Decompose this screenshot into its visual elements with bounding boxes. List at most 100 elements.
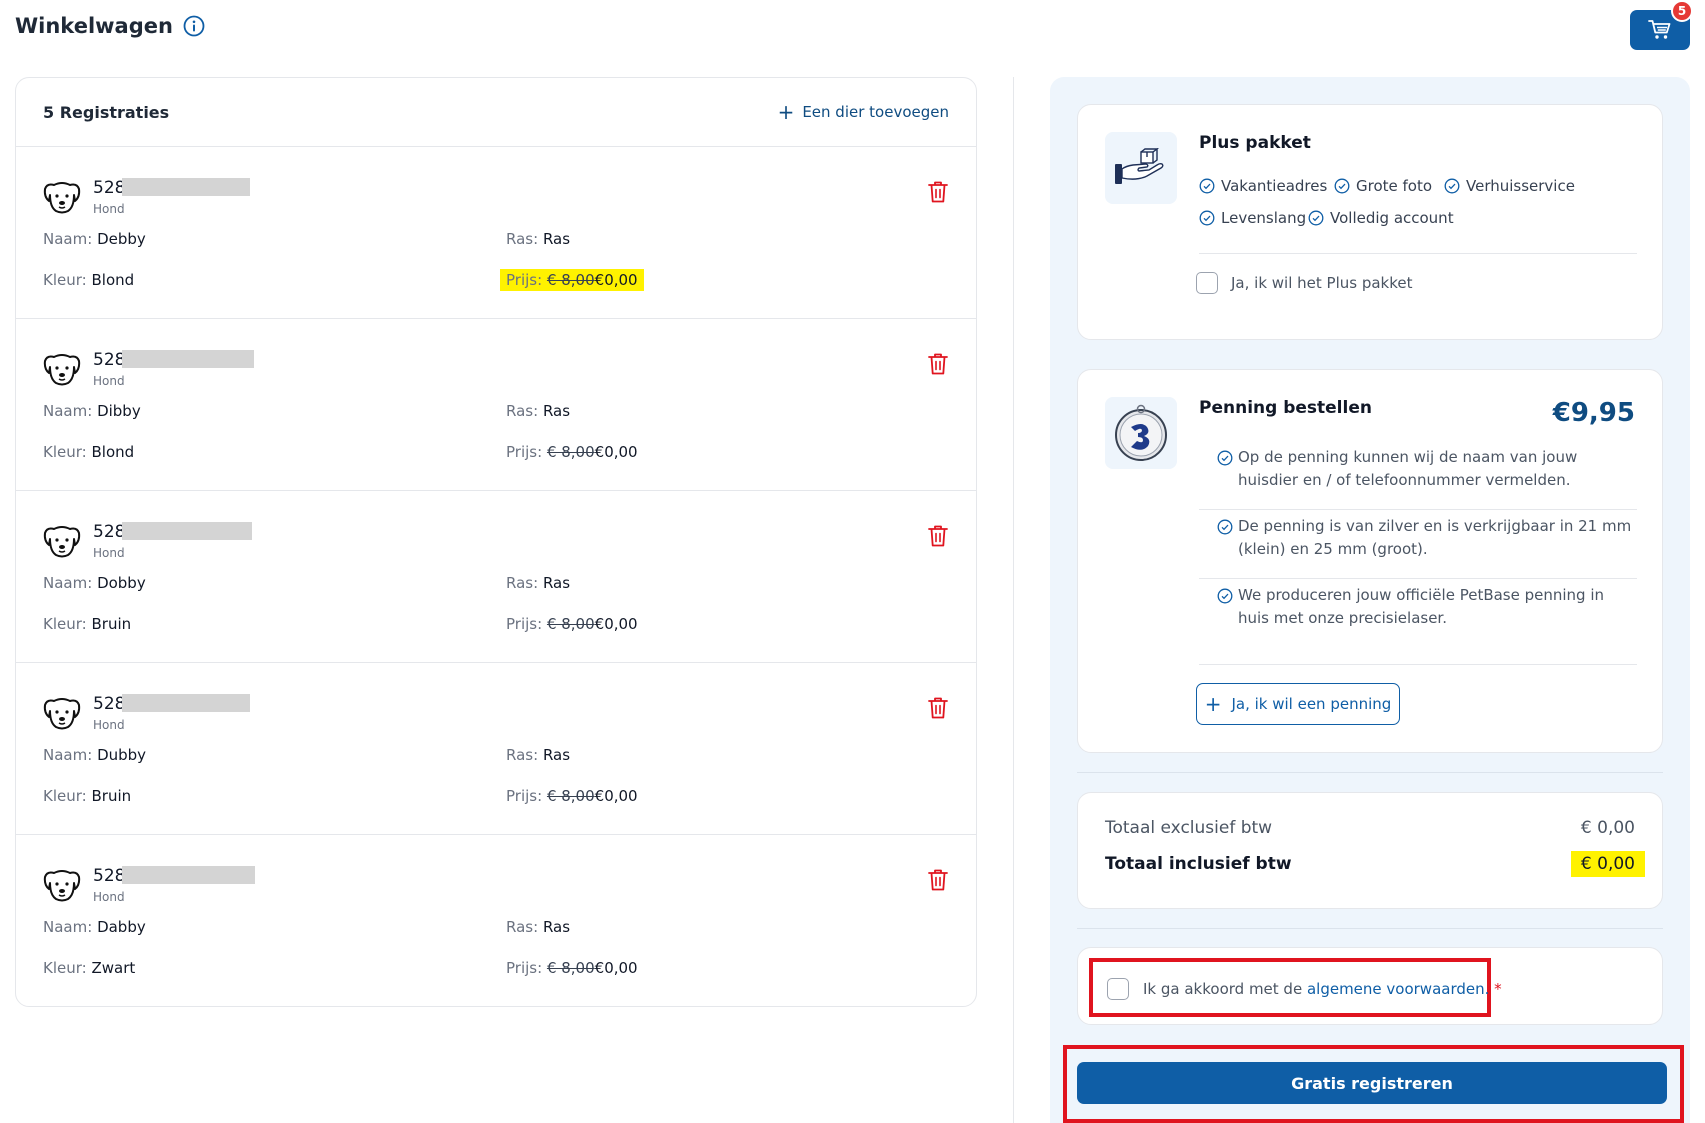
registrations-count: 5 Registraties [43, 102, 170, 122]
feature-vakantieadres: Vakantieadres [1199, 177, 1327, 195]
register-highlight-box: Gratis registreren [1063, 1045, 1684, 1123]
registration-number: 528 [93, 178, 126, 198]
feature-verhuisservice: Verhuisservice [1444, 177, 1575, 195]
totals-card: Totaal exclusief btw € 0,00 Totaal inclu… [1077, 792, 1663, 909]
check-circle-icon [1217, 519, 1233, 535]
animal-type: Hond [93, 374, 125, 388]
total-incl-row: Totaal inclusief btw € 0,00 [1105, 851, 1645, 877]
plus-package-checkbox[interactable] [1196, 272, 1218, 294]
register-button[interactable]: Gratis registreren [1077, 1062, 1667, 1104]
trash-icon[interactable] [927, 524, 949, 548]
animal-type: Hond [93, 546, 125, 560]
terms-checkbox[interactable] [1107, 978, 1129, 1000]
penning-image [1105, 397, 1177, 469]
old-price: € 8,00 [546, 615, 595, 633]
new-price: €0,00 [594, 443, 638, 461]
name-field: Naam: Dibby [43, 402, 141, 420]
check-circle-icon [1199, 178, 1215, 194]
animal-type: Hond [93, 202, 125, 216]
registration-number: 528 [93, 350, 126, 370]
feature-volledig-account: Volledig account [1308, 209, 1454, 227]
plus-package-card: Plus pakket Vakantieadres Grote foto Ver… [1077, 104, 1663, 340]
registrations-list: 528 Hond Naam: Debby Ras: Ras Kleur: Blond Pr… [16, 147, 976, 1006]
column-divider [1013, 77, 1014, 1123]
plus-icon: + [777, 100, 795, 124]
penning-title: Penning bestellen [1199, 398, 1372, 418]
check-circle-icon [1217, 450, 1233, 466]
name-field: Naam: Dabby [43, 918, 146, 936]
terms-link[interactable]: algemene voorwaarden. [1307, 980, 1489, 998]
total-excl-label: Totaal exclusief btw [1105, 818, 1273, 838]
total-incl-value: € 0,00 [1570, 851, 1645, 877]
divider [1199, 664, 1637, 665]
old-price: € 8,00 [546, 959, 595, 977]
add-animal-label: Een dier toevoegen [802, 103, 949, 121]
terms-label: Ik ga akkoord met de algemene voorwaarde… [1143, 980, 1502, 998]
registration-item: 528 Hond Naam: Dubby Ras: Ras Kleur: Bruin Pr… [16, 663, 976, 835]
price-field: Prijs: € 8,00€0,00 [506, 959, 638, 977]
price-field: Prijs: € 8,00€0,00 [506, 615, 638, 633]
total-excl-row: Totaal exclusief btw € 0,00 [1105, 818, 1635, 838]
color-field: Kleur: Bruin [43, 787, 132, 805]
registration-number: 528 [93, 522, 126, 542]
add-penning-button[interactable]: + Ja, ik wil een penning [1196, 683, 1400, 725]
check-circle-icon [1308, 210, 1324, 226]
trash-icon[interactable] [927, 180, 949, 204]
plus-icon: + [1204, 692, 1222, 716]
old-price: € 8,00 [546, 271, 595, 289]
penning-feature: De penning is van zilver en is verkrijgb… [1202, 515, 1638, 561]
dog-icon [42, 349, 82, 389]
new-price: €0,00 [594, 959, 638, 977]
new-price: €0,00 [594, 615, 638, 633]
check-circle-icon [1217, 588, 1233, 604]
breed-field: Ras: Ras [506, 746, 571, 764]
cart-count-badge: 5 [1671, 0, 1693, 22]
registration-item: 528 Hond Naam: Debby Ras: Ras Kleur: Blond Pr… [16, 147, 976, 319]
color-field: Kleur: Bruin [43, 615, 132, 633]
old-price: € 8,00 [546, 787, 595, 805]
check-circle-icon [1444, 178, 1460, 194]
divider [1077, 928, 1663, 929]
breed-field: Ras: Ras [506, 918, 571, 936]
color-field: Kleur: Zwart [43, 959, 136, 977]
info-icon[interactable] [183, 15, 205, 37]
penning-price: €9,95 [1552, 398, 1635, 428]
required-marker: * [1494, 980, 1502, 998]
redacted-number [122, 522, 252, 540]
plus-package-title: Plus pakket [1199, 133, 1311, 153]
price-field: Prijs: € 8,00€0,00 [506, 443, 638, 461]
add-penning-label: Ja, ik wil een penning [1231, 695, 1392, 713]
divider [1199, 509, 1637, 510]
animal-type: Hond [93, 890, 125, 904]
penning-card: Penning bestellen €9,95 Op de penning ku… [1077, 369, 1663, 753]
divider [1199, 578, 1637, 579]
registration-number: 528 [93, 694, 126, 714]
plus-package-checkbox-label: Ja, ik wil het Plus pakket [1231, 274, 1413, 292]
feature-levenslang: Levenslang [1199, 209, 1306, 227]
color-field: Kleur: Blond [43, 271, 135, 289]
trash-icon[interactable] [927, 352, 949, 376]
divider [1077, 772, 1663, 773]
dog-icon [42, 177, 82, 217]
dog-icon [42, 521, 82, 561]
redacted-number [122, 178, 250, 196]
redacted-number [122, 694, 250, 712]
page-title: Winkelwagen [15, 14, 205, 38]
new-price: €0,00 [594, 787, 638, 805]
add-animal-button[interactable]: + Een dier toevoegen [778, 102, 949, 122]
terms-card: Ik ga akkoord met de algemene voorwaarde… [1077, 947, 1663, 1025]
trash-icon[interactable] [927, 696, 949, 720]
registration-item: 528 Hond Naam: Dobby Ras: Ras Kleur: Bruin Pr… [16, 491, 976, 663]
breed-field: Ras: Ras [506, 574, 571, 592]
name-field: Naam: Dobby [43, 574, 146, 592]
check-circle-icon [1199, 210, 1215, 226]
registration-item: 528 Hond Naam: Dabby Ras: Ras Kleur: Zwart Pr… [16, 835, 976, 1006]
registration-item: 528 Hond Naam: Dibby Ras: Ras Kleur: Blond Pr… [16, 319, 976, 491]
trash-icon[interactable] [927, 868, 949, 892]
breed-field: Ras: Ras [506, 402, 571, 420]
divider [1199, 253, 1637, 254]
registrations-header: 5 Registraties + Een dier toevoegen [16, 78, 976, 147]
dog-icon [42, 693, 82, 733]
old-price: € 8,00 [546, 443, 595, 461]
cart-icon [1648, 20, 1671, 39]
